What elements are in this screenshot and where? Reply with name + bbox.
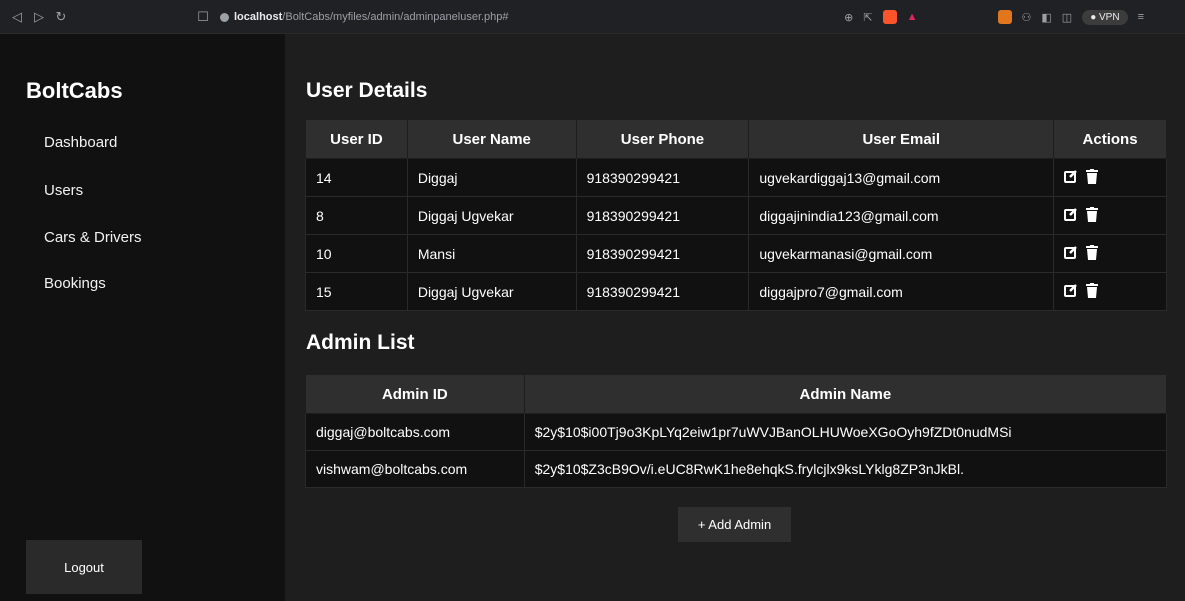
sidebar-item-dashboard[interactable]: Dashboard: [44, 134, 117, 151]
table-row: vishwam@boltcabs.com $2y$10$Z3cB9Ov/i.eU…: [305, 450, 1168, 488]
column-header: Admin Name: [523, 374, 1168, 414]
column-header: Actions: [1053, 119, 1167, 159]
actions-cell: [1053, 272, 1167, 311]
user-table: User ID User Name User Phone User Email …: [305, 119, 1167, 311]
brand-logo: BoltCabs: [26, 78, 123, 103]
address-bar[interactable]: localhost/BoltCabs/myfiles/admin/adminpa…: [220, 6, 1150, 28]
user-email: ugvekardiggaj13@gmail.com: [748, 158, 1055, 197]
admin-name: $2y$10$Z3cB9Ov/i.eUC8RwK1he8ehqkS.frylcj…: [523, 450, 1168, 488]
main-content: User Details User ID User Name User Phon…: [285, 34, 1185, 601]
user-email: diggajpro7@gmail.com: [748, 272, 1055, 311]
edit-icon[interactable]: [1064, 245, 1078, 262]
column-header: User Name: [406, 119, 577, 159]
user-email: ugvekarmanasi@gmail.com: [748, 234, 1055, 273]
actions-cell: [1053, 196, 1167, 235]
table-row: 8 Diggaj Ugvekar 918390299421 diggajinin…: [305, 196, 1167, 235]
menu-icon[interactable]: ≡: [1138, 11, 1144, 23]
brave-rewards-icon[interactable]: ▲: [907, 11, 918, 23]
sidebar-item-cars-drivers[interactable]: Cars & Drivers: [44, 229, 142, 246]
share-icon[interactable]: ⇱: [863, 11, 872, 24]
brave-shield-icon[interactable]: [882, 10, 897, 24]
wallet-icon[interactable]: ◫: [1062, 11, 1072, 24]
vpn-button[interactable]: ● VPN: [1082, 9, 1128, 25]
logout-button[interactable]: Logout: [26, 540, 142, 594]
user-name: Mansi: [406, 234, 577, 273]
column-header: User Phone: [575, 119, 750, 159]
column-header: User Email: [748, 119, 1055, 159]
admin-table: Admin ID Admin Name diggaj@boltcabs.com …: [305, 374, 1168, 488]
admin-list-title: Admin List: [306, 331, 415, 354]
user-details-title: User Details: [306, 79, 428, 102]
user-phone: 918390299421: [575, 196, 750, 235]
sidebar: BoltCabs Dashboard Users Cars & Drivers …: [0, 34, 285, 601]
bookmark-icon[interactable]: ☐: [192, 6, 214, 28]
user-phone: 918390299421: [575, 158, 750, 197]
admin-id: vishwam@boltcabs.com: [305, 450, 525, 488]
trash-icon[interactable]: [1086, 168, 1099, 187]
sidebar-item-bookings[interactable]: Bookings: [44, 275, 106, 292]
reload-icon[interactable]: ↻: [50, 6, 72, 28]
user-name: Diggaj: [406, 158, 577, 197]
trash-icon[interactable]: [1086, 282, 1099, 301]
metamask-icon[interactable]: [997, 10, 1012, 24]
edit-icon[interactable]: [1064, 283, 1078, 300]
column-header: Admin ID: [305, 374, 525, 414]
actions-cell: [1053, 234, 1167, 273]
user-id: 8: [305, 196, 408, 235]
table-row: 15 Diggaj Ugvekar 918390299421 diggajpro…: [305, 272, 1167, 311]
admin-id: diggaj@boltcabs.com: [305, 413, 525, 451]
user-id: 14: [305, 158, 408, 197]
edit-icon[interactable]: [1064, 169, 1078, 186]
user-phone: 918390299421: [575, 234, 750, 273]
user-id: 10: [305, 234, 408, 273]
user-phone: 918390299421: [575, 272, 750, 311]
forward-icon[interactable]: ▷: [28, 6, 50, 28]
user-email: diggajinindia123@gmail.com: [748, 196, 1055, 235]
column-header: User ID: [305, 119, 408, 159]
vpn-label: VPN: [1099, 11, 1120, 23]
table-row: diggaj@boltcabs.com $2y$10$i00Tj9o3KpLYq…: [305, 413, 1168, 451]
site-info-icon[interactable]: [220, 12, 229, 22]
edit-icon[interactable]: [1064, 207, 1078, 224]
actions-cell: [1053, 158, 1167, 197]
admin-name: $2y$10$i00Tj9o3KpLYq2eiw1pr7uWVJBanOLHUW…: [523, 413, 1168, 451]
table-row: 10 Mansi 918390299421 ugvekarmanasi@gmai…: [305, 234, 1167, 273]
user-name: Diggaj Ugvekar: [406, 272, 577, 311]
user-name: Diggaj Ugvekar: [406, 196, 577, 235]
sidebar-item-users[interactable]: Users: [44, 182, 83, 199]
sidebar-toggle-icon[interactable]: ◧: [1041, 11, 1051, 24]
back-icon[interactable]: ◁: [6, 6, 28, 28]
extensions-icon[interactable]: ⚇: [1022, 11, 1032, 24]
zoom-icon[interactable]: ⊕: [844, 11, 853, 24]
browser-toolbar: ◁ ▷ ↻ ☐ localhost/BoltCabs/myfiles/admin…: [0, 0, 1185, 34]
url-path: /BoltCabs/myfiles/admin/adminpaneluser.p…: [282, 11, 509, 23]
trash-icon[interactable]: [1086, 206, 1099, 225]
trash-icon[interactable]: [1086, 244, 1099, 263]
add-admin-button[interactable]: + Add Admin: [678, 507, 791, 542]
url-host: localhost: [234, 11, 283, 23]
table-row: 14 Diggaj 918390299421 ugvekardiggaj13@g…: [305, 158, 1167, 197]
user-table-header: User ID User Name User Phone User Email …: [305, 119, 1167, 159]
admin-table-header: Admin ID Admin Name: [305, 374, 1168, 414]
user-id: 15: [305, 272, 408, 311]
